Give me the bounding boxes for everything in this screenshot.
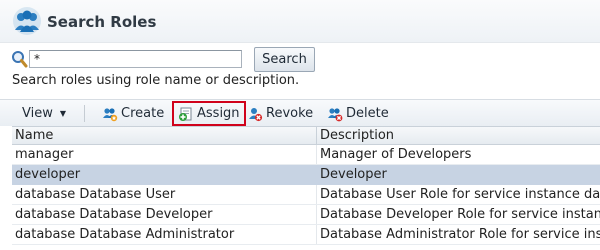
delete-label: Delete — [346, 106, 389, 121]
search-input[interactable] — [29, 50, 242, 68]
view-label: View — [22, 106, 53, 121]
role-description-cell: Database User Role for service instance … — [320, 187, 600, 202]
assign-label: Assign — [197, 106, 240, 121]
table-row[interactable]: database Database User Database User Rol… — [12, 185, 600, 205]
role-name-cell: developer — [12, 165, 317, 184]
role-description-cell: Developer — [320, 167, 387, 182]
role-name-cell: manager — [12, 145, 317, 164]
toolbar-divider — [84, 105, 85, 122]
delete-button[interactable]: Delete — [327, 103, 389, 124]
role-description-cell: Database Administrator Role for service … — [320, 227, 600, 242]
table-header: Name Description — [12, 126, 600, 145]
role-description-cell: Manager of Developers — [320, 147, 472, 162]
role-name-cell: database Database Developer — [12, 205, 317, 224]
toolbar: View ▼ Create Assign Revoke Delete — [0, 99, 600, 126]
column-header-name[interactable]: Name — [12, 127, 317, 145]
search-hint: Search roles using role name or descript… — [12, 73, 300, 88]
role-description-cell: Database Developer Role for service inst… — [320, 207, 600, 222]
table-row[interactable]: database Database Developer Database Dev… — [12, 205, 600, 225]
assign-button[interactable]: Assign — [172, 101, 246, 126]
revoke-icon — [249, 107, 263, 121]
table-row-selected[interactable]: developer Developer — [12, 165, 600, 185]
create-label: Create — [121, 106, 165, 121]
create-role-icon — [103, 107, 118, 121]
roles-table: Name Description manager Manager of Deve… — [12, 126, 600, 245]
view-menu-button[interactable]: View ▼ — [22, 103, 66, 124]
revoke-button[interactable]: Revoke — [247, 103, 313, 124]
search-icon — [12, 51, 28, 68]
revoke-label: Revoke — [266, 106, 314, 121]
chevron-down-icon: ▼ — [59, 109, 67, 118]
search-button[interactable]: Search — [254, 47, 315, 72]
role-name-cell: database Database Administrator — [12, 225, 317, 244]
search-area: Search Search roles using role name or d… — [0, 43, 600, 99]
users-group-icon — [13, 7, 41, 35]
role-name-cell: database Database User — [12, 185, 317, 204]
delete-role-icon — [328, 107, 343, 121]
column-header-description[interactable]: Description — [317, 127, 600, 145]
page-title: Search Roles — [47, 13, 157, 31]
create-button[interactable]: Create — [102, 103, 164, 124]
table-row[interactable]: manager Manager of Developers — [12, 145, 600, 165]
assign-icon — [179, 107, 192, 121]
page-header: Search Roles — [0, 0, 600, 43]
table-row[interactable]: database Database Administrator Database… — [12, 225, 600, 245]
